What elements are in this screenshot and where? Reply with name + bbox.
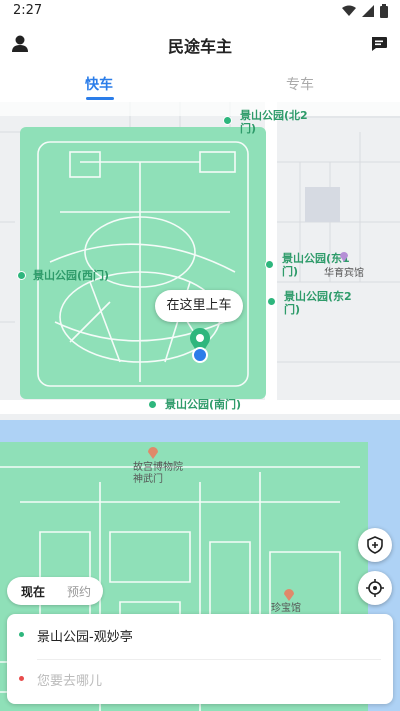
battery-icon — [380, 4, 388, 18]
poi-museum-label[interactable]: 故宫博物院神武门 — [133, 462, 183, 486]
service-tabs: 快车 专车 — [0, 64, 400, 102]
treasure-pin-icon — [284, 589, 294, 601]
route-divider — [37, 659, 381, 660]
current-location-icon — [192, 347, 208, 363]
gate-west-marker[interactable] — [17, 271, 26, 280]
tab-express[interactable]: 快车 — [85, 74, 113, 94]
page-title: 民途车主 — [167, 37, 232, 56]
tab-premium[interactable]: 专车 — [286, 74, 314, 94]
status-time: 2:27 — [13, 3, 43, 18]
pickup-bubble[interactable]: 在这里上车 — [155, 290, 243, 322]
shield-plus-icon — [367, 536, 383, 554]
pickup-location-field[interactable]: 景山公园-观妙亭 — [37, 626, 133, 645]
gate-east2-label[interactable]: 景山公园(东2门) — [284, 290, 356, 316]
toggle-book[interactable]: 预约 — [67, 583, 91, 600]
crosshair-icon — [366, 579, 384, 597]
gate-west-label[interactable]: 景山公园(西门) — [33, 269, 118, 282]
gate-east1-marker[interactable] — [265, 260, 274, 269]
signal-icon — [362, 5, 374, 17]
hotel-pin-icon — [340, 252, 348, 262]
poi-hotel-label[interactable]: 华育宾馆 — [324, 268, 364, 280]
tab-active-indicator — [86, 97, 114, 100]
destination-field[interactable]: 您要去哪儿 — [37, 670, 102, 689]
safety-button[interactable] — [358, 528, 392, 562]
gate-south-marker[interactable] — [148, 400, 157, 409]
gate-south-label[interactable]: 景山公园(南门) — [165, 398, 255, 411]
end-dot — [19, 676, 24, 681]
gate-east2-marker[interactable] — [267, 297, 276, 306]
toggle-now[interactable]: 现在 — [21, 583, 45, 600]
messages-button[interactable] — [369, 34, 389, 54]
wifi-icon — [342, 5, 356, 16]
gate-north-marker[interactable] — [223, 116, 232, 125]
message-icon — [372, 37, 387, 51]
start-dot — [19, 632, 24, 637]
app-header: 民途车主 — [0, 24, 400, 64]
time-toggle: 现在 预约 — [7, 577, 103, 605]
museum-pin-icon — [148, 447, 158, 459]
locate-button[interactable] — [358, 571, 392, 605]
gate-north-label[interactable]: 景山公园(北2门) — [240, 109, 308, 135]
status-bar: 2:27 — [0, 0, 400, 24]
status-icons — [342, 4, 388, 18]
route-card: 景山公园-观妙亭 您要去哪儿 — [7, 614, 393, 704]
